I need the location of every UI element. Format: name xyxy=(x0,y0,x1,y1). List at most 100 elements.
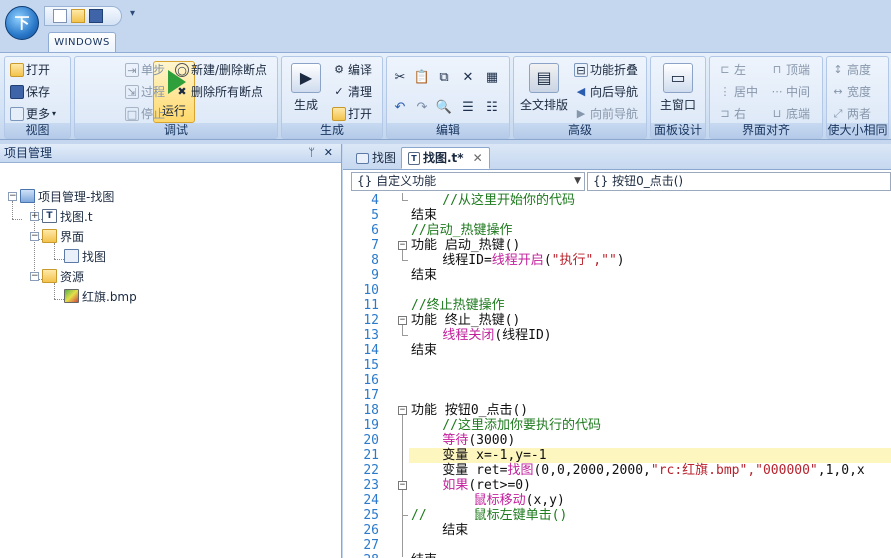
tab-form[interactable]: 找图 xyxy=(349,147,403,169)
save-button[interactable]: 保存 xyxy=(10,85,50,99)
build-icon: ▶ xyxy=(291,63,321,93)
align-center-button[interactable]: ⋮ 居中 xyxy=(718,85,759,99)
stop-button[interactable]: □ 停止 xyxy=(125,107,165,121)
paste-icon[interactable]: 📋 xyxy=(413,69,431,87)
new-file-icon[interactable] xyxy=(53,9,67,23)
comment-token: //从这里开始你的代码 xyxy=(411,193,575,208)
align-left-icon: ⊏ xyxy=(720,63,730,76)
align-left-button[interactable]: ⊏ 左 xyxy=(718,63,746,77)
collapse-icon[interactable]: − xyxy=(30,231,39,241)
collapse-icon[interactable]: − xyxy=(30,271,39,281)
code-line: //终止热键操作 xyxy=(411,298,505,313)
group-advanced: ▤ 全文排版 ⊟ 功能折叠 ◀ 向后导航 ▶ 向前导航 高级 xyxy=(513,56,647,139)
toggle-breakpoint-button[interactable]: ○ 新建/删除断点 xyxy=(175,63,267,77)
line-number: 16 xyxy=(363,373,379,388)
navigate-forward-button[interactable]: ▶ 向前导航 xyxy=(574,107,638,121)
folder-icon xyxy=(42,269,57,283)
fold-toggle-icon[interactable]: − xyxy=(398,406,407,415)
procedure-dropdown-value: {} 按钮0_点击() xyxy=(593,174,684,188)
customize-toolbar-icon[interactable]: ▾ xyxy=(130,8,135,19)
group-label: 使大小相同 xyxy=(827,123,888,138)
close-icon[interactable]: ✕ xyxy=(324,144,333,162)
step-button[interactable]: ⇥ 单步 xyxy=(125,63,165,77)
form-icon xyxy=(64,249,79,263)
ide-window: 下 ▾ WINDOWS 打开 保存 更多 ▾ 视图 运行 ⇥ 单步 ⇲ 过程 □ 停止 … xyxy=(0,0,891,558)
code-line: 功能 启动_热键() xyxy=(411,238,520,253)
procedure-dropdown[interactable]: {} 按钮0_点击() xyxy=(587,172,891,191)
expand-icon[interactable]: + xyxy=(30,211,39,221)
redo-icon[interactable]: ↷ xyxy=(413,99,431,117)
fold-button[interactable]: ⊟ 功能折叠 xyxy=(574,63,638,77)
line-number: 26 xyxy=(363,523,379,538)
clean-button[interactable]: ✓ 清理 xyxy=(332,85,372,99)
code-token: 功能 启动_热键() xyxy=(411,238,521,253)
select-all-icon[interactable]: ▦ xyxy=(483,69,501,87)
indent-icon[interactable]: ☰ xyxy=(459,99,477,117)
line-number: 10 xyxy=(363,283,379,298)
close-tab-icon[interactable]: ✕ xyxy=(473,148,483,169)
tree-item-script-file[interactable]: + T 找图.t xyxy=(30,207,93,225)
copy-icon[interactable]: ⧉ xyxy=(435,69,453,87)
align-top-button[interactable]: ⊓ 顶端 xyxy=(770,63,810,77)
fold-toggle-icon[interactable]: − xyxy=(398,316,407,325)
build-button[interactable]: ▶ 生成 xyxy=(286,63,326,113)
code-token: 变量 x=-1,y=-1 xyxy=(411,448,547,463)
builtin-function-token: 鼠标移动 xyxy=(473,493,526,508)
find-icon[interactable]: 🔍 xyxy=(435,99,453,117)
comment-token: // 鼠标左键单击() xyxy=(411,508,568,523)
compile-button[interactable]: ⚙ 编译 xyxy=(332,63,372,77)
group-panel-design: ▭ 主窗口 面板设计 xyxy=(650,56,706,139)
align-middle-button[interactable]: ⋯ 中间 xyxy=(770,85,811,99)
fold-toggle-icon[interactable]: − xyxy=(398,481,407,490)
ribbon-tabstrip: WINDOWS xyxy=(0,28,891,53)
format-all-button[interactable]: ▤ 全文排版 xyxy=(516,63,572,113)
undo-icon[interactable]: ↶ xyxy=(391,99,409,117)
align-right-button[interactable]: ⊐ 右 xyxy=(718,107,746,121)
open-folder-icon[interactable] xyxy=(71,9,85,23)
step-icon: ⇥ xyxy=(125,63,139,77)
line-number: 8 xyxy=(371,253,379,268)
code-line: 功能 终止_热键() xyxy=(411,313,520,328)
code-token: 变量 ret= xyxy=(411,463,508,478)
forward-arrow-icon: ▶ xyxy=(576,107,586,120)
tree-item-project[interactable]: − 项目管理-找图 xyxy=(8,187,114,205)
fold-toggle-icon[interactable]: − xyxy=(398,241,407,250)
image-file-icon xyxy=(64,289,79,303)
line-number: 6 xyxy=(371,223,379,238)
pin-icon[interactable]: ᛘ xyxy=(308,144,315,162)
same-height-button[interactable]: ↕ 高度 xyxy=(831,63,871,77)
code-editor[interactable]: 4 //从这里开始你的代码 5 结束 6 //启动_热键操作 7 功能 启动_热键() 8 线… xyxy=(343,193,891,558)
main-window-button[interactable]: ▭ 主窗口 xyxy=(654,63,702,113)
save-icon[interactable] xyxy=(89,9,103,23)
delete-icon[interactable]: ✕ xyxy=(459,69,477,87)
open-button[interactable]: 打开 xyxy=(10,63,50,77)
save-icon xyxy=(10,85,24,99)
code-line: 鼠标移动(x,y) xyxy=(411,493,565,508)
align-bottom-button[interactable]: ⊔ 底端 xyxy=(770,107,810,121)
app-menu-button[interactable]: 下 xyxy=(5,6,39,40)
tree-item-form[interactable]: 找图 xyxy=(64,247,106,265)
tab-script[interactable]: T 找图.t* ✕ xyxy=(401,147,490,169)
more-button[interactable]: 更多 ▾ xyxy=(10,107,56,121)
tree-item-ui-folder[interactable]: − 界面 xyxy=(30,227,84,245)
comment-token: //启动_热键操作 xyxy=(411,223,513,238)
toggle-breakpoint-label: 新建/删除断点 xyxy=(191,63,268,77)
cut-icon[interactable]: ✂ xyxy=(391,69,409,87)
outdent-icon[interactable]: ☷ xyxy=(483,99,501,117)
tab-windows[interactable]: WINDOWS xyxy=(48,32,116,53)
function-dropdown[interactable]: {} 自定义功能 ▼ xyxy=(351,172,585,191)
collapse-icon[interactable]: − xyxy=(8,191,17,201)
procedure-button[interactable]: ⇲ 过程 xyxy=(125,85,165,99)
same-width-label: 宽度 xyxy=(847,85,872,99)
more-icon xyxy=(10,107,24,121)
same-width-button[interactable]: ↔ 宽度 xyxy=(831,85,871,99)
tree-item-resource[interactable]: 红旗.bmp xyxy=(64,287,137,305)
function-dropdown-value: {} 自定义功能 xyxy=(357,174,437,188)
delete-breakpoints-button[interactable]: ✖ 删除所有断点 xyxy=(175,85,263,99)
navigate-back-button[interactable]: ◀ 向后导航 xyxy=(574,85,638,99)
open-output-button[interactable]: 打开 xyxy=(332,107,372,121)
tree-item-resource-folder[interactable]: − 资源 xyxy=(30,267,84,285)
same-both-button[interactable]: ⤢ 两者 xyxy=(831,107,871,121)
group-label: 面板设计 xyxy=(651,123,705,138)
align-top-label: 顶端 xyxy=(786,63,811,77)
